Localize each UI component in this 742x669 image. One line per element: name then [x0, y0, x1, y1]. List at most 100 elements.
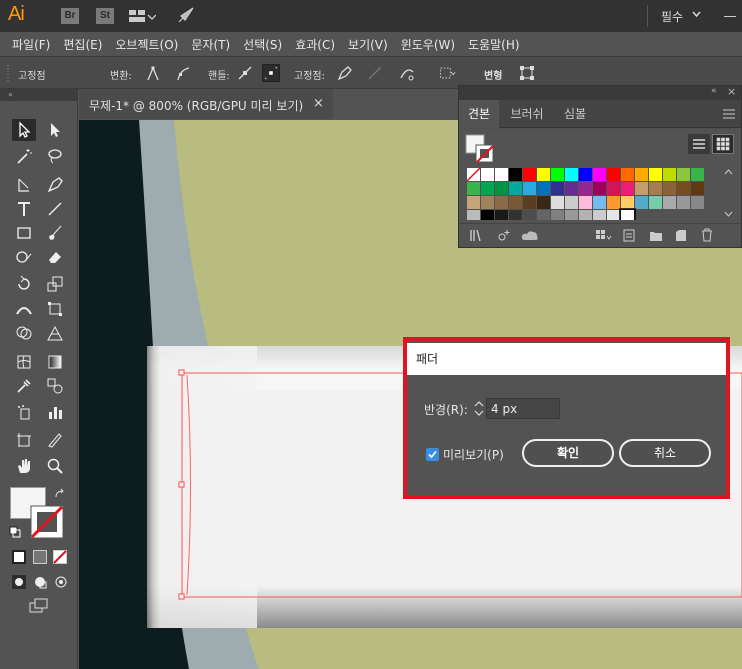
- draw-normal-icon[interactable]: [11, 574, 27, 590]
- swatch-chip[interactable]: [691, 182, 704, 195]
- swatch-chip[interactable]: [691, 168, 704, 181]
- swatch-chip[interactable]: [677, 196, 690, 209]
- shaper-tool-icon[interactable]: [12, 246, 36, 268]
- menu-effect[interactable]: 효과(C): [295, 36, 335, 53]
- mesh-tool-icon[interactable]: [12, 351, 36, 373]
- swatch-chip[interactable]: [537, 210, 550, 220]
- magic-wand-tool-icon[interactable]: [12, 145, 36, 167]
- swatch-chip[interactable]: [523, 168, 536, 181]
- swatch-kind-icon[interactable]: [595, 229, 613, 242]
- swatch-chip[interactable]: [537, 196, 550, 209]
- menu-help[interactable]: 도움말(H): [468, 36, 520, 53]
- swatch-chip[interactable]: [621, 168, 634, 181]
- swatch-chip[interactable]: [579, 168, 592, 181]
- curvature-tool-icon[interactable]: [12, 174, 36, 196]
- radius-input[interactable]: [486, 398, 560, 419]
- tab-swatches[interactable]: 견본: [459, 100, 499, 128]
- stock-badge[interactable]: St: [96, 8, 114, 24]
- menu-type[interactable]: 문자(T): [191, 36, 230, 53]
- menu-edit[interactable]: 편집(E): [63, 36, 102, 53]
- scale-tool-icon[interactable]: [43, 273, 67, 295]
- swatch-chip[interactable]: [593, 210, 606, 220]
- swatch-chip[interactable]: [635, 168, 648, 181]
- tab-symbols[interactable]: 심볼: [555, 100, 595, 128]
- radius-stepper[interactable]: [473, 399, 485, 418]
- document-tab[interactable]: 무제-1* @ 800% (RGB/GPU 미리 보기) ×: [79, 89, 333, 119]
- swatch-chip[interactable]: [593, 196, 606, 209]
- swatch-chip[interactable]: [565, 182, 578, 195]
- remove-anchor-icon[interactable]: [336, 64, 354, 82]
- swatch-chip[interactable]: [495, 196, 508, 209]
- swatch-options-icon[interactable]: [623, 229, 635, 242]
- shape-label[interactable]: 변형: [484, 67, 502, 82]
- hand-tool-icon[interactable]: [12, 455, 36, 477]
- free-transform-tool-icon[interactable]: [43, 298, 67, 320]
- swatch-chip[interactable]: [481, 210, 494, 220]
- swatch-chip[interactable]: [607, 168, 620, 181]
- swatch-chip[interactable]: [467, 182, 480, 195]
- swatch-chip[interactable]: [565, 196, 578, 209]
- ok-button[interactable]: 확인: [522, 439, 614, 467]
- type-tool-icon[interactable]: [12, 198, 36, 220]
- blend-tool-icon[interactable]: [43, 375, 67, 397]
- new-swatch-icon[interactable]: [675, 229, 687, 242]
- swatch-chip[interactable]: [509, 168, 522, 181]
- minimize-icon[interactable]: [724, 16, 736, 17]
- swatch-chip[interactable]: [523, 182, 536, 195]
- list-view-button[interactable]: [688, 134, 710, 154]
- swatch-libraries-icon[interactable]: [469, 229, 485, 242]
- menu-file[interactable]: 파일(F): [12, 36, 50, 53]
- swatch-chip[interactable]: [495, 210, 508, 220]
- swatch-chip[interactable]: [565, 210, 578, 220]
- swatch-chip[interactable]: [649, 196, 662, 209]
- column-graph-tool-icon[interactable]: [43, 401, 67, 423]
- bounding-box-icon[interactable]: [518, 64, 536, 82]
- panel-menu-icon[interactable]: [723, 109, 735, 119]
- swatch-chip[interactable]: [691, 196, 704, 209]
- perspective-grid-tool-icon[interactable]: [43, 322, 67, 344]
- menu-select[interactable]: 선택(S): [243, 36, 282, 53]
- default-fill-stroke-icon[interactable]: [9, 526, 21, 538]
- swatch-chip[interactable]: [509, 196, 522, 209]
- swatch-chip[interactable]: [677, 182, 690, 195]
- swatch-chip[interactable]: [607, 182, 620, 195]
- width-tool-icon[interactable]: [12, 298, 36, 320]
- convert-corner-icon[interactable]: [144, 64, 162, 82]
- new-color-group-icon[interactable]: [649, 229, 663, 242]
- preview-checkbox[interactable]: [426, 448, 439, 461]
- delete-swatch-icon[interactable]: [701, 228, 713, 242]
- close-tab-icon[interactable]: ×: [313, 96, 324, 111]
- swatch-chip[interactable]: [467, 210, 480, 220]
- screen-mode-icon[interactable]: [29, 598, 49, 614]
- rocket-icon[interactable]: [177, 6, 195, 24]
- cloud-library-icon[interactable]: [521, 229, 539, 242]
- swatch-chip[interactable]: [607, 196, 620, 209]
- isolate-icon[interactable]: [438, 64, 456, 82]
- swatch-chip[interactable]: [621, 210, 634, 220]
- swatch-chip[interactable]: [523, 196, 536, 209]
- fill-stroke-indicator[interactable]: [465, 134, 495, 164]
- line-tool-icon[interactable]: [43, 198, 67, 220]
- swatch-chip[interactable]: [663, 182, 676, 195]
- cut-path-icon[interactable]: [398, 64, 416, 82]
- rotate-tool-icon[interactable]: [12, 273, 36, 295]
- swatch-chip[interactable]: [537, 182, 550, 195]
- color-mode-button[interactable]: [12, 550, 26, 564]
- swatch-chip[interactable]: [649, 182, 662, 195]
- connect-anchor-icon[interactable]: [366, 64, 384, 82]
- draw-inside-icon[interactable]: [53, 574, 69, 590]
- bridge-badge[interactable]: Br: [61, 8, 79, 24]
- menu-object[interactable]: 오브젝트(O): [115, 36, 178, 53]
- swatch-chip[interactable]: [551, 210, 564, 220]
- swatch-chip[interactable]: [537, 168, 550, 181]
- swatch-chip[interactable]: [593, 168, 606, 181]
- swatch-chip[interactable]: [551, 196, 564, 209]
- show-handles-icon[interactable]: [236, 64, 254, 82]
- zoom-tool-icon[interactable]: [43, 455, 67, 477]
- swatch-chip[interactable]: [481, 196, 494, 209]
- hide-handles-icon[interactable]: [262, 64, 280, 82]
- chevron-down-icon[interactable]: [692, 10, 701, 19]
- tab-brushes[interactable]: 브러쉬: [501, 100, 553, 128]
- eyedropper-tool-icon[interactable]: [12, 375, 36, 397]
- swatch-chip[interactable]: [495, 168, 508, 181]
